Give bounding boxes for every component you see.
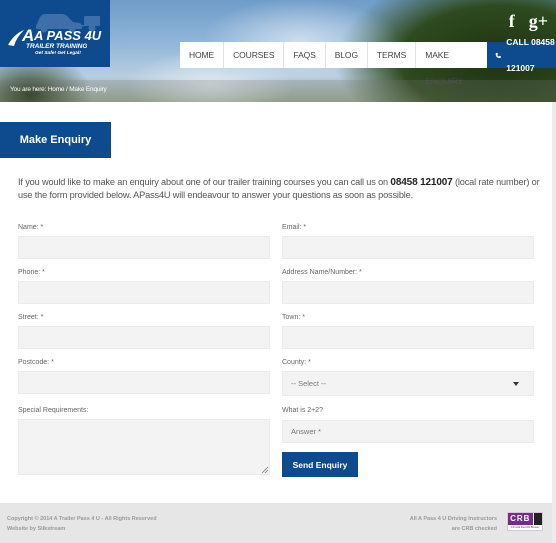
send-enquiry-button[interactable]: Send Enquiry xyxy=(282,452,358,477)
site-logo[interactable]: A A PASS 4U TRAILER TRAINING Get Safe! G… xyxy=(0,0,110,67)
street-input[interactable] xyxy=(18,326,270,349)
crb-badge-subtitle: Criminal Records Bureau xyxy=(511,526,539,529)
name-input[interactable] xyxy=(18,236,270,259)
footer-credits: Copyright © 2014 A Trailer Pass 4 U - Al… xyxy=(7,514,157,534)
address-input[interactable] xyxy=(282,281,534,304)
town-input[interactable] xyxy=(282,326,534,349)
street-label: Street: * xyxy=(18,314,44,321)
svg-text:A PASS 4U: A PASS 4U xyxy=(33,28,102,43)
captcha-answer-input[interactable] xyxy=(282,420,534,443)
address-label: Address Name/Number: * xyxy=(282,269,362,276)
dropdown-caret-icon xyxy=(513,381,519,386)
page-edge xyxy=(552,102,556,543)
crb-badge: CRB Criminal Records Bureau xyxy=(507,512,543,531)
phone-label: Phone: * xyxy=(18,269,45,276)
call-label: CALL 08458 121007 xyxy=(506,37,555,73)
breadcrumb-prefix: You are here: xyxy=(10,86,47,93)
postcode-input[interactable] xyxy=(18,371,270,394)
nav-make-enquiry[interactable]: MAKE ENQUIRY xyxy=(416,42,487,86)
intro-text: If you would like to make an enquiry abo… xyxy=(18,176,543,202)
email-input[interactable] xyxy=(282,236,534,259)
phone-icon xyxy=(495,52,501,58)
crb-line-1: All A Pass 4 U Driving Instructors xyxy=(409,516,497,522)
crb-line-2: are CRB checked xyxy=(451,526,497,532)
logo-slogan: Get Safe! Get Legal! xyxy=(35,51,81,56)
call-button[interactable]: CALL 08458 121007 xyxy=(486,37,556,73)
main-nav: HOME COURSES FAQS BLOG TERMS MAKE ENQUIR… xyxy=(180,37,556,86)
page-title: Make Enquiry xyxy=(0,122,111,158)
nav-blog[interactable]: BLOG xyxy=(325,42,368,68)
county-select[interactable]: -- Select -- xyxy=(282,371,534,396)
name-label: Name: * xyxy=(18,224,44,231)
nav-home[interactable]: HOME xyxy=(180,42,225,68)
breadcrumb-home-link[interactable]: Home xyxy=(48,86,65,93)
intro-phone: 08458 121007 xyxy=(390,177,453,188)
website-credit-link[interactable]: Website by Silkstream xyxy=(7,524,157,534)
nav-terms[interactable]: TERMS xyxy=(367,42,417,68)
resize-grip-icon[interactable] xyxy=(261,466,269,474)
crb-statement: All A Pass 4 U Driving Instructors are C… xyxy=(410,514,497,534)
breadcrumb: You are here: Home / Make Enquiry xyxy=(10,86,107,93)
copyright-text: Copyright © 2014 A Trailer Pass 4 U - Al… xyxy=(7,516,157,522)
intro-before: If you would like to make an enquiry abo… xyxy=(18,177,391,187)
crb-logo-icon xyxy=(532,513,542,525)
phone-input[interactable] xyxy=(18,281,270,304)
special-requirements-textarea[interactable] xyxy=(18,419,270,475)
town-label: Town: * xyxy=(282,314,305,321)
footer: Copyright © 2014 A Trailer Pass 4 U - Al… xyxy=(0,503,552,543)
crb-badge-letters: CRB xyxy=(508,513,533,525)
nav-courses[interactable]: COURSES xyxy=(224,42,285,68)
postcode-label: Postcode: * xyxy=(18,359,54,366)
logo-graphic: A A PASS 4U xyxy=(8,14,102,46)
county-selected-value: -- Select -- xyxy=(291,379,327,388)
breadcrumb-current: Make Enquiry xyxy=(69,86,107,93)
email-label: Email: * xyxy=(282,224,307,231)
county-label: County: * xyxy=(282,359,311,366)
header-banner: A A PASS 4U TRAILER TRAINING Get Safe! G… xyxy=(0,0,556,102)
breadcrumb-separator: / xyxy=(65,86,68,93)
nav-faqs[interactable]: FAQS xyxy=(284,42,326,68)
special-requirements-label: Special Requirements: xyxy=(18,407,89,414)
breadcrumb-bar: You are here: Home / Make Enquiry xyxy=(0,80,556,102)
captcha-label: What is 2+2? xyxy=(282,407,324,414)
logo-tagline: TRAILER TRAINING xyxy=(26,43,88,50)
